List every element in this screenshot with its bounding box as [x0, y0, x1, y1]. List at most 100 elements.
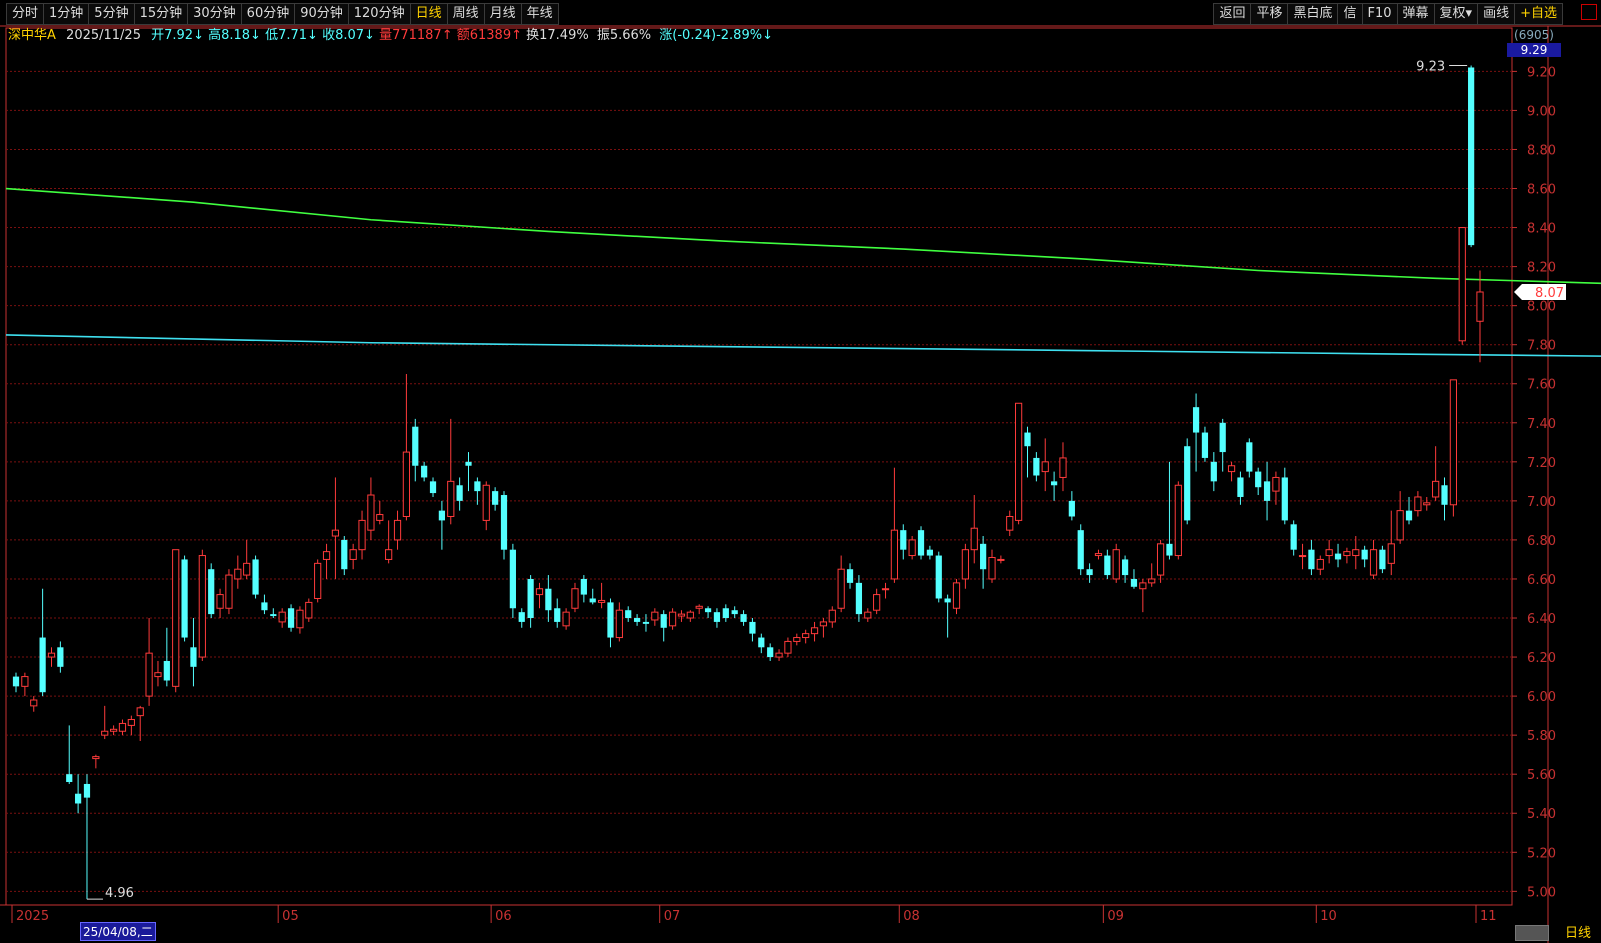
period-tab-7[interactable]: 120分钟 — [347, 3, 410, 25]
candle-body-down — [75, 793, 82, 804]
action-button-6[interactable]: 复权▾ — [1433, 3, 1478, 25]
y-tick-label: 7.20 — [1527, 456, 1556, 471]
candle-body-down — [1210, 461, 1217, 482]
kline-chart[interactable]: 5.00 5.20 5.40 5.60 5.80 6.00 6.20 6.40 6.60 6.80… — [0, 0, 1601, 943]
action-button-7[interactable]: 画线 — [1477, 3, 1515, 25]
candle-body-down — [1468, 67, 1475, 246]
candle-body-down — [412, 426, 419, 466]
candle-body-down — [208, 569, 215, 615]
candle-body-down — [926, 549, 933, 556]
candle-body-up — [775, 652, 783, 658]
period-tab-9[interactable]: 周线 — [446, 3, 484, 25]
candle-body-down — [917, 530, 925, 556]
candle-body-down — [900, 530, 907, 550]
y-tick-label: 7.40 — [1527, 417, 1556, 432]
period-tab-1[interactable]: 1分钟 — [43, 3, 89, 25]
high-value-label: 9.23 — [1416, 60, 1445, 75]
quote-date: 2025/11/25 — [66, 28, 141, 43]
action-button-4[interactable]: F10 — [1361, 3, 1397, 25]
period-tab-5[interactable]: 60分钟 — [240, 3, 295, 25]
period-tab-4[interactable]: 30分钟 — [187, 3, 241, 25]
quote-amplitude: 振5.66% — [596, 28, 652, 43]
candle-body-down — [1281, 477, 1288, 521]
candle-body-down — [527, 578, 534, 619]
candle-body-up — [402, 451, 411, 517]
candle-body-up — [1325, 549, 1333, 557]
y-tick-label: 6.40 — [1527, 612, 1556, 627]
candle-body-up — [1316, 558, 1324, 570]
candle-body-up — [997, 558, 1005, 561]
y-tick-label: 7.00 — [1527, 495, 1556, 510]
period-tabs: 分时 1分钟 5分钟 15分钟 30分钟 60分钟 90分钟 120分钟 日线 周线 月线 年线 — [6, 3, 559, 25]
candle-body-down — [66, 774, 73, 783]
period-indicator: 日线 — [1564, 926, 1591, 941]
candle-body-up — [305, 601, 313, 619]
action-button-1[interactable]: 平移 — [1250, 3, 1288, 25]
candle-body-up — [234, 568, 242, 580]
candle-body-down — [1166, 543, 1173, 556]
candle-body-down — [545, 588, 552, 611]
candle-body-down — [1184, 446, 1191, 521]
y-tick-label: 6.00 — [1527, 690, 1556, 705]
candle-body-down — [181, 559, 188, 638]
period-tab-0[interactable]: 分时 — [6, 3, 44, 25]
candle-body-down — [429, 481, 437, 494]
candle-body-down — [633, 618, 641, 622]
quote-turnover: 换17.49% — [526, 28, 589, 43]
candle-body-down — [1130, 578, 1138, 587]
period-tab-2[interactable]: 5分钟 — [88, 3, 134, 25]
candle-body-down — [456, 485, 463, 501]
candle-body-up — [296, 609, 304, 629]
y-tick-label: 8.40 — [1527, 222, 1556, 237]
candle-body-up — [216, 594, 224, 609]
candle-body-up — [970, 527, 978, 551]
quote-open: 开7.92↓ — [151, 28, 204, 43]
action-button-0[interactable]: 返回 — [1213, 3, 1251, 25]
candle-body-up — [322, 551, 331, 560]
action-button-8[interactable]: +自选 — [1514, 3, 1563, 25]
candle-body-up — [1343, 551, 1351, 557]
candle-body-up — [1112, 549, 1120, 580]
period-tab-6[interactable]: 90分钟 — [294, 3, 348, 25]
low-value-label: 4.96 — [105, 886, 134, 901]
period-tab-11[interactable]: 年线 — [520, 3, 559, 25]
candle-body-down — [1121, 559, 1129, 576]
candle-body-down — [580, 578, 587, 595]
candle-body-down — [980, 543, 987, 570]
y-tick-label: 5.80 — [1527, 729, 1556, 744]
action-buttons: 返回 平移 黑白底信 F10 弹幕 复权▾ 画线 +自选 — [1213, 3, 1563, 25]
period-tab-8[interactable]: 日线 — [409, 3, 447, 25]
period-tab-10[interactable]: 月线 — [483, 3, 521, 25]
candle-body-down — [341, 539, 348, 570]
candle-body-up — [1298, 555, 1307, 558]
action-button-5[interactable]: 弹幕 — [1396, 3, 1434, 25]
candle-body-down — [1219, 422, 1226, 453]
candle-body-down — [1441, 485, 1448, 505]
candle-body-down — [465, 461, 472, 466]
quote-volume: 量771187↑ — [379, 28, 453, 43]
x-tick-label: 11 — [1480, 909, 1497, 924]
candle-body-up — [136, 707, 144, 717]
candle-body-down — [421, 465, 428, 478]
stock-name[interactable]: 深中华A — [8, 28, 56, 43]
window-corner-icon[interactable] — [1581, 4, 1597, 20]
y-tick-label: 9.00 — [1527, 104, 1556, 119]
candle-body-down — [1086, 569, 1093, 576]
action-button-2[interactable]: 黑白底 — [1287, 3, 1338, 25]
candle-body-down — [57, 647, 64, 667]
period-tab-3[interactable]: 15分钟 — [133, 3, 188, 25]
candle-body-up — [225, 574, 233, 609]
candle-body-up — [615, 609, 623, 639]
candle-body-down — [1308, 549, 1315, 570]
candle-body-down — [1051, 481, 1058, 486]
current-price-value: 8.07 — [1535, 286, 1564, 301]
price-axis-header: (6905) 9.29 — [1507, 28, 1561, 57]
axis-max-value: 9.29 — [1507, 43, 1561, 57]
candle-body-up — [118, 722, 127, 732]
candle-body-down — [500, 495, 508, 550]
action-button-3[interactable]: 信 — [1337, 3, 1362, 25]
candle-body-down — [492, 491, 499, 505]
candle-body-up — [1041, 461, 1049, 473]
x-tick-label: 2025 — [16, 909, 49, 924]
scrollbar-thumb[interactable] — [1515, 925, 1549, 941]
